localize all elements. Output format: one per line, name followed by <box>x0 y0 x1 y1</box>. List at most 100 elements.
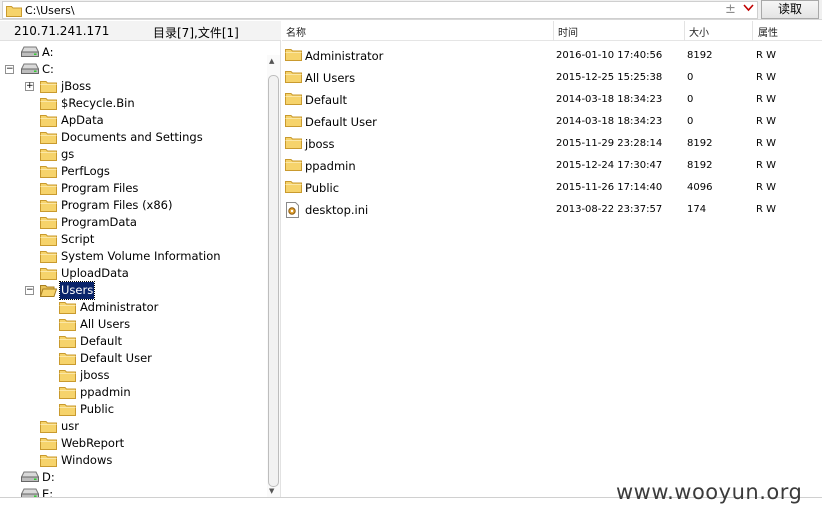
chevron-down-icon[interactable] <box>743 4 754 15</box>
read-button[interactable]: 读取 <box>761 0 819 19</box>
tree-node-label: Documents and Settings <box>61 130 203 144</box>
tree-node-label: Default User <box>80 351 152 365</box>
file-size: 8192 <box>687 138 713 149</box>
scroll-down-icon[interactable]: ▼ <box>269 487 274 495</box>
path-input[interactable]: C:\Users\ ± <box>2 1 758 19</box>
file-row[interactable]: ppadmin 2015-12-24 17:30:47 8192 R W <box>282 155 822 177</box>
column-time[interactable]: 时间 <box>558 24 578 39</box>
tree-node[interactable]: ppadmin <box>79 384 132 401</box>
scroll-up-icon[interactable]: ▲ <box>269 57 274 65</box>
folder-icon <box>59 369 76 385</box>
drive-icon <box>20 488 40 497</box>
tree-node[interactable]: UploadData <box>60 265 130 282</box>
folder-icon <box>6 5 22 20</box>
tree-node[interactable]: Users <box>58 281 96 300</box>
column-divider[interactable] <box>684 21 685 41</box>
tree-node-label: jBoss <box>61 79 92 93</box>
tree-node[interactable]: Default User <box>79 350 153 367</box>
tree-node[interactable]: PerfLogs <box>60 163 111 180</box>
tree-node[interactable]: All Users <box>79 316 131 333</box>
file-name: jboss <box>305 137 335 151</box>
tree-node[interactable]: ProgramData <box>60 214 138 231</box>
file-row[interactable]: Administrator 2016-01-10 17:40:56 8192 R W <box>282 45 822 67</box>
file-size: 8192 <box>687 160 713 171</box>
tree-node[interactable]: $Recycle.Bin <box>60 95 136 112</box>
file-name: desktop.ini <box>305 203 369 217</box>
drive-icon <box>20 471 40 485</box>
column-divider[interactable] <box>752 21 753 41</box>
tree-node[interactable]: E: <box>41 486 54 497</box>
tree-node[interactable]: C: <box>41 61 55 78</box>
tree-node-label: gs <box>61 147 75 161</box>
collapse-icon[interactable]: − <box>25 286 34 295</box>
file-list-pane: 名称 时间 大小 属性 Administrator 2016-01-10 17:4… <box>282 21 822 497</box>
scrollbar-thumb[interactable] <box>268 75 279 487</box>
file-time: 2015-12-25 15:25:38 <box>556 72 663 83</box>
tree-node[interactable]: ApData <box>60 112 105 129</box>
folder-icon <box>59 301 76 317</box>
tree-node-label: A: <box>42 45 54 59</box>
column-attr[interactable]: 属性 <box>758 24 778 39</box>
tree-node[interactable]: usr <box>60 418 80 435</box>
file-row[interactable]: Public 2015-11-26 17:14:40 4096 R W <box>282 177 822 199</box>
tree-node[interactable]: Administrator <box>79 299 159 316</box>
file-size: 0 <box>687 116 694 127</box>
file-attr: R W <box>756 116 777 127</box>
file-time: 2014-03-18 18:34:23 <box>556 94 663 105</box>
file-row[interactable]: Default User 2014-03-18 18:34:23 0 R W <box>282 111 822 133</box>
tree-node[interactable]: jBoss <box>60 78 92 95</box>
tree-node[interactable]: Default <box>79 333 123 350</box>
tree-node-label: WebReport <box>61 436 125 450</box>
file-time: 2015-11-29 23:28:14 <box>556 138 663 149</box>
file-attr: R W <box>756 182 777 193</box>
tree-node[interactable]: Program Files (x86) <box>60 197 173 214</box>
file-attr: R W <box>756 50 777 61</box>
tree-node-label: E: <box>42 487 54 497</box>
folder-icon <box>59 318 76 334</box>
tree-node[interactable]: jboss <box>79 367 111 384</box>
file-name: Default <box>305 93 348 107</box>
file-attr: R W <box>756 160 777 171</box>
file-size: 174 <box>687 204 707 215</box>
file-size: 0 <box>687 94 694 105</box>
file-size: 0 <box>687 72 694 83</box>
tree-node[interactable]: Documents and Settings <box>60 129 204 146</box>
tree-node[interactable]: System Volume Information <box>60 248 222 265</box>
tree-node[interactable]: WebReport <box>60 435 125 452</box>
tree-node[interactable]: D: <box>41 469 56 486</box>
tree-node[interactable]: gs <box>60 146 75 163</box>
file-name: Administrator <box>305 49 384 63</box>
file-row[interactable]: jboss 2015-11-29 23:28:14 8192 R W <box>282 133 822 155</box>
tree-node-label: ppadmin <box>80 385 131 399</box>
tree-node-label: Script <box>61 232 95 246</box>
column-divider[interactable] <box>553 21 554 41</box>
folder-icon <box>59 335 76 351</box>
file-row[interactable]: Default 2014-03-18 18:34:23 0 R W <box>282 89 822 111</box>
tree-node-label: $Recycle.Bin <box>61 96 135 110</box>
host-ip: 210.71.241.171 <box>14 24 110 38</box>
folder-icon <box>285 136 302 152</box>
tree-node-label: UploadData <box>61 266 129 280</box>
tree-node[interactable]: Public <box>79 401 115 418</box>
collapse-icon[interactable]: − <box>5 65 14 74</box>
folder-icon <box>285 48 302 64</box>
tree-node[interactable]: Program Files <box>60 180 139 197</box>
file-time: 2015-11-26 17:14:40 <box>556 182 663 193</box>
folder-icon <box>40 131 57 147</box>
tree-scrollbar[interactable]: ▲ ▼ <box>267 55 280 497</box>
add-icon[interactable]: ± <box>725 2 736 17</box>
tree-node[interactable]: Script <box>60 231 95 248</box>
folder-icon <box>285 158 302 174</box>
tree-node[interactable]: Windows <box>60 452 113 469</box>
file-row[interactable]: desktop.ini 2013-08-22 23:37:57 174 R W <box>282 199 822 221</box>
folder-icon <box>40 199 57 215</box>
column-size[interactable]: 大小 <box>689 24 709 39</box>
column-name[interactable]: 名称 <box>286 24 306 39</box>
tree-node-label: PerfLogs <box>61 164 110 178</box>
file-row[interactable]: All Users 2015-12-25 15:25:38 0 R W <box>282 67 822 89</box>
expand-icon[interactable]: + <box>25 82 34 91</box>
folder-icon <box>59 403 76 419</box>
tree-node[interactable]: A: <box>41 44 55 61</box>
folder-icon <box>59 352 76 368</box>
folder-icon <box>40 182 57 198</box>
